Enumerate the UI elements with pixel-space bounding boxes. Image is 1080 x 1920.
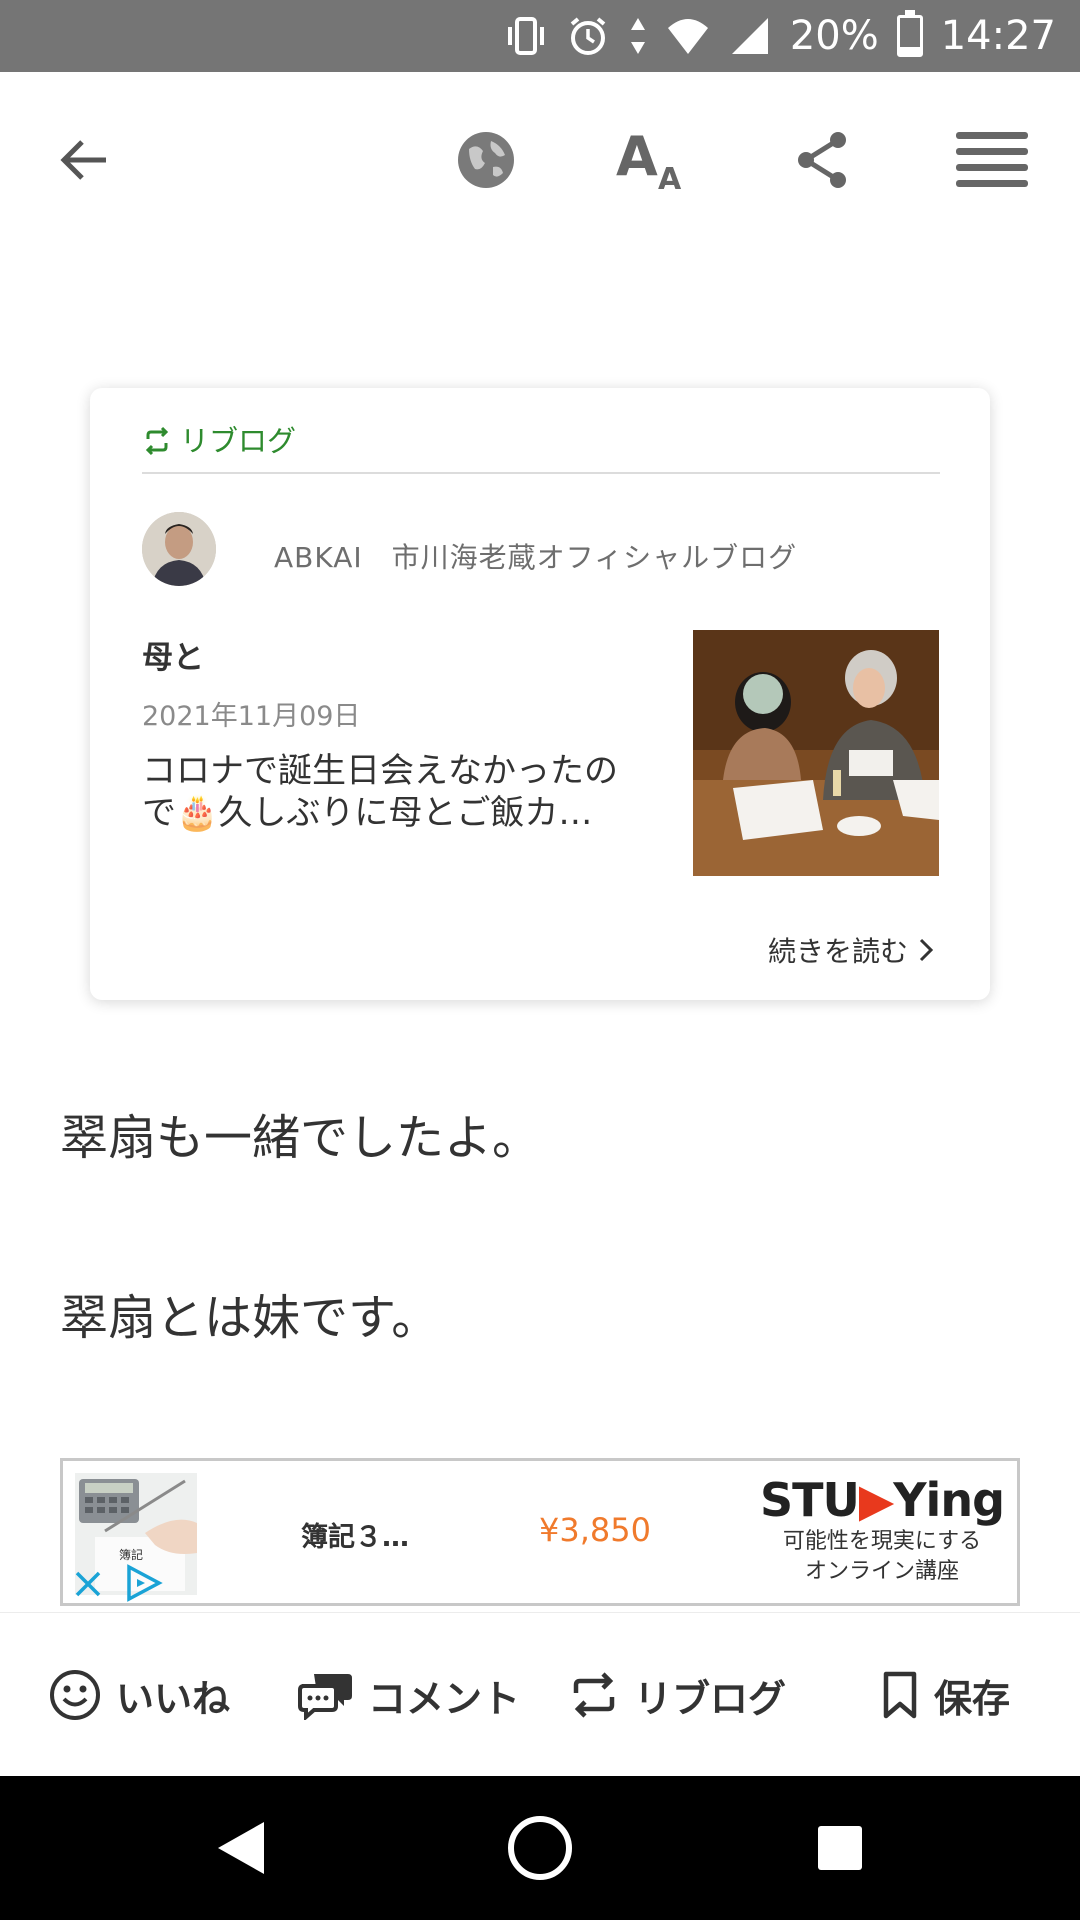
ad-close-button[interactable] [71,1567,105,1601]
reblog-card-header: リブログ [142,424,940,474]
article-excerpt: コロナで誕生日会えなかったの で🎂久しぶりに母とご飯カ… [142,750,662,834]
save-button[interactable]: 保存 [880,1613,1010,1777]
article-date: 2021年11月09日 [142,701,361,732]
ad-brand-logo: STU▶Ying [759,1473,1005,1527]
read-more-label: 続きを読む [767,935,908,968]
clock: 14:27 [940,13,1056,59]
signal-icon [728,14,772,58]
ad-tagline-2: オンライン講座 [804,1559,959,1584]
app-toolbar: AA [0,72,1080,247]
vibrate-icon [504,14,548,58]
body-paragraph-1: 翠扇も一緒でしたよ。 [60,1110,541,1166]
svg-text:A: A [616,125,658,188]
ad-choices-icon [127,1564,163,1602]
smile-icon [50,1670,100,1720]
close-icon [75,1571,101,1597]
back-arrow-icon [60,140,106,180]
read-more-link[interactable]: 続きを読む [768,930,934,970]
nav-back-icon [218,1822,264,1874]
reblog-action-label: リブログ [634,1676,787,1721]
play-icon: ▶ [858,1473,894,1527]
battery-percent: 20% [789,13,879,59]
reblog-icon [573,1672,615,1718]
save-label: 保存 [934,1676,1011,1721]
wifi-icon [666,14,710,58]
data-icon [628,14,648,58]
ad-brand: STU▶Ying 可能性を現実にする オンライン講座 [747,1473,1017,1587]
like-label: いいね [116,1676,231,1721]
article-thumbnail[interactable] [693,630,939,876]
font-size-icon: AA [616,125,682,195]
like-button[interactable]: いいね [48,1613,230,1777]
system-nav-bar [0,1776,1080,1920]
svg-text:A: A [658,162,682,195]
alarm-icon [566,14,610,58]
article-title[interactable]: 母と [142,632,204,677]
menu-icon [956,132,1028,187]
cake-emoji: 🎂 [176,793,219,833]
comment-label: コメント [368,1676,521,1721]
share-button[interactable] [782,120,862,200]
back-button[interactable] [44,120,124,200]
nav-home-button[interactable] [504,1812,576,1884]
comment-button[interactable]: コメント [298,1613,520,1777]
comment-icon [298,1674,352,1720]
reblog-label: リブログ [180,424,297,458]
status-bar: 20% 14:27 [0,0,1080,72]
blog-name[interactable]: ABKAI 市川海老蔵オフィシャルブログ [274,536,797,576]
status-bar-right: 20% 14:27 [504,0,1056,72]
ad-choices-button[interactable] [123,1563,163,1603]
bookmark-icon [883,1671,917,1719]
body-paragraph-2: 翠扇とは妹です。 [60,1290,440,1346]
nav-recent-button[interactable] [804,1812,876,1884]
reblog-button[interactable]: リブログ [568,1613,786,1777]
reblog-card[interactable]: リブログ ABKAI 市川海老蔵オフィシャルブログ 母と 2021年11月09日… [90,388,990,1000]
ad-title: 簿記３… [301,1522,409,1553]
action-bar: いいね コメント リブログ 保存 [0,1612,1080,1776]
reblog-icon [145,426,169,456]
avatar [142,512,216,586]
globe-icon [458,132,514,188]
nav-back-button[interactable] [206,1812,278,1884]
excerpt-line-2: で🎂久しぶりに母とご飯カ… [142,793,593,833]
share-icon [798,132,846,188]
globe-button[interactable] [446,120,526,200]
ad-tagline-1: 可能性を現実にする [782,1529,982,1554]
chevron-right-icon [919,938,934,962]
menu-button[interactable] [952,120,1032,200]
nav-home-icon [508,1816,572,1880]
excerpt-line-1: コロナで誕生日会えなかったの [142,751,618,791]
ad-price: ¥3,850 [539,1511,651,1549]
ad-image-text: 簿記 [119,1547,143,1562]
ad-banner[interactable]: 簿記 簿記３… ¥3,850 STU▶Ying 可能性を現実にする オンライン講… [60,1458,1020,1606]
battery-icon [896,10,923,57]
font-size-button[interactable]: AA [610,120,690,200]
nav-recent-icon [818,1826,862,1870]
